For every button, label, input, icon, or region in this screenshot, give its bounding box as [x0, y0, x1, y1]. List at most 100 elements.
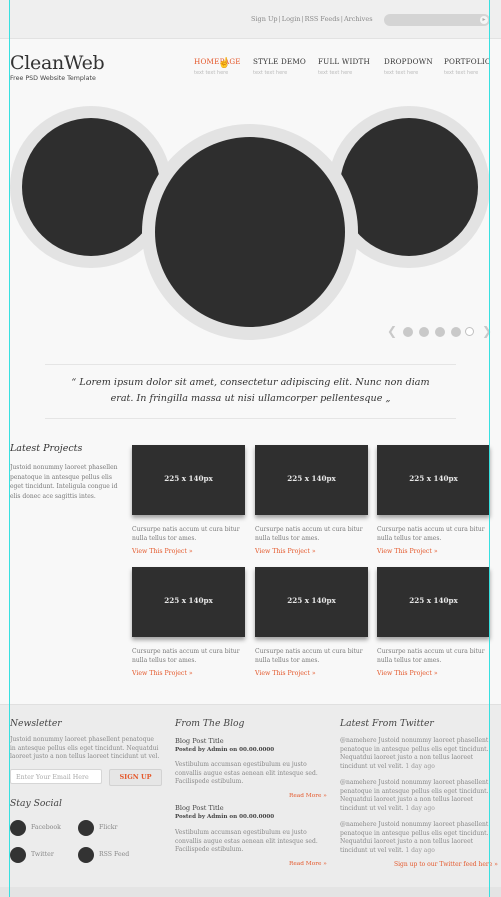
blog-title: From The Blog — [175, 718, 245, 729]
project-thumbnail[interactable]: 225 x 140px — [377, 445, 490, 515]
blog-post-meta: Posted by Admin on 00.00.0000 — [175, 747, 275, 753]
top-link-separator: | — [340, 15, 343, 23]
nav-item-portfolio[interactable]: PORTFOLIO text text here — [444, 57, 489, 76]
site-tagline: Free PSD Website Template — [10, 75, 96, 82]
footer: Newsletter Justoid nonummy laoreet phase… — [0, 704, 501, 888]
project-description: Cursurpe natis accum ut cura bitur nulla… — [255, 648, 363, 664]
layout-guide-left — [9, 0, 10, 897]
flickr-icon — [78, 820, 94, 836]
rss-icon — [78, 847, 94, 863]
nav-label: STYLE DEMO — [253, 57, 307, 66]
twitter-title: Latest From Twitter — [340, 718, 434, 729]
blog-post-title[interactable]: Blog Post Title — [175, 804, 224, 812]
tweet-time: 1 day ago — [405, 846, 435, 854]
thumbnail-size-label: 225 x 140px — [164, 474, 213, 483]
nav-label: DROPDOWN — [384, 57, 433, 66]
slider-dot-active[interactable] — [465, 327, 474, 336]
view-project-link[interactable]: View This Project » — [132, 670, 193, 677]
social-label: Twitter — [31, 851, 54, 858]
view-project-link[interactable]: View This Project » — [377, 670, 438, 677]
nav-sublabel: text text here — [318, 70, 353, 76]
stay-social-title: Stay Social — [10, 798, 62, 809]
slide-image-placeholder — [340, 118, 478, 256]
blog-post-text: Vestibulum accumsan egestibulum eu justo… — [175, 829, 318, 854]
slide-image-placeholder — [155, 137, 345, 327]
project-description: Cursurpe natis accum ut cura bitur nulla… — [377, 648, 485, 664]
project-description: Cursurpe natis accum ut cura bitur nulla… — [132, 648, 240, 664]
latest-projects-title: Latest Projects — [10, 443, 83, 454]
facebook-icon — [10, 820, 26, 836]
quote-divider-bottom — [45, 418, 456, 419]
tweet: @namehere Justoid nonummy laoreet phasel… — [340, 779, 489, 813]
blog-post-title[interactable]: Blog Post Title — [175, 737, 224, 745]
thumbnail-size-label: 225 x 140px — [287, 596, 336, 605]
slider-dot[interactable] — [419, 327, 429, 337]
login-link[interactable]: Login — [282, 15, 301, 23]
nav-sublabel: text text here — [194, 70, 229, 76]
read-more-link[interactable]: Read More » — [289, 861, 327, 867]
social-label: Facebook — [31, 824, 61, 831]
chevron-right-icon[interactable]: ❯ — [482, 324, 492, 338]
nav-item-full-width[interactable]: FULL WIDTH text text here — [318, 57, 370, 76]
thumbnail-size-label: 225 x 140px — [164, 596, 213, 605]
thumbnail-size-label: 225 x 140px — [409, 474, 458, 483]
thumbnail-size-label: 225 x 140px — [287, 474, 336, 483]
slider-dot[interactable] — [451, 327, 461, 337]
email-field[interactable]: Enter Your Email Here — [10, 769, 102, 784]
project-thumbnail[interactable]: 225 x 140px — [132, 567, 245, 637]
search-input[interactable]: ▸ — [384, 14, 490, 26]
project-thumbnail[interactable]: 225 x 140px — [255, 445, 368, 515]
nav-sublabel: text text here — [253, 70, 288, 76]
slider-dot[interactable] — [435, 327, 445, 337]
nav-label: PORTFOLIO — [444, 57, 489, 66]
nav-label: FULL WIDTH — [318, 57, 370, 66]
nav-sublabel: text text here — [384, 70, 419, 76]
twitter-icon — [10, 847, 26, 863]
signup-link[interactable]: Sign Up — [251, 15, 278, 23]
project-description: Cursurpe natis accum ut cura bitur nulla… — [132, 526, 240, 542]
tweet: @namehere Justoid nonummy laoreet phasel… — [340, 737, 489, 771]
slide-image-placeholder — [22, 118, 160, 256]
hand-cursor-icon: ☝ — [218, 58, 231, 69]
newsletter-text: Justoid nonummy laoreet phasellent penat… — [10, 736, 160, 761]
site-logo[interactable]: CleanWeb — [10, 52, 105, 74]
signup-button[interactable]: SIGN UP — [109, 769, 162, 786]
arrow-right-icon[interactable]: ▸ — [480, 16, 488, 24]
blog-post-text: Vestibulum accumsan egestibulum eu justo… — [175, 761, 318, 786]
rss-feeds-link[interactable]: RSS Feeds — [305, 15, 340, 23]
tweet-time: 1 day ago — [405, 804, 435, 812]
nav-item-dropdown[interactable]: DROPDOWN text text here — [384, 57, 433, 76]
quote-divider-top — [45, 364, 456, 365]
featured-quote: “ Lorem ipsum dolor sit amet, consectetu… — [71, 377, 430, 404]
top-link-separator: | — [278, 15, 281, 23]
top-link-separator: | — [301, 15, 304, 23]
project-thumbnail[interactable]: 225 x 140px — [132, 445, 245, 515]
top-bar: Sign Up|Login|RSS Feeds|Archives ▸ — [0, 0, 501, 39]
read-more-link[interactable]: Read More » — [289, 793, 327, 799]
view-project-link[interactable]: View This Project » — [255, 670, 316, 677]
social-label: RSS Feed — [99, 851, 130, 858]
slide-circle-center[interactable] — [142, 124, 358, 340]
view-project-link[interactable]: View This Project » — [377, 548, 438, 555]
tweet-time: 1 day ago — [405, 762, 435, 770]
top-links: Sign Up|Login|RSS Feeds|Archives — [251, 15, 373, 23]
main-content: CleanWeb Free PSD Website Template HOMEP… — [0, 39, 501, 704]
chevron-left-icon[interactable]: ❮ — [387, 324, 397, 338]
social-label: Flickr — [99, 824, 118, 831]
view-project-link[interactable]: View This Project » — [255, 548, 316, 555]
layout-guide-right — [489, 0, 490, 897]
bottom-strip — [0, 887, 501, 897]
archives-link[interactable]: Archives — [344, 15, 373, 23]
project-description: Cursurpe natis accum ut cura bitur nulla… — [377, 526, 485, 542]
project-thumbnail[interactable]: 225 x 140px — [255, 567, 368, 637]
nav-item-style-demo[interactable]: STYLE DEMO text text here — [253, 57, 306, 76]
tweet: @namehere Justoid nonummy laoreet phasel… — [340, 821, 489, 855]
twitter-feed-link[interactable]: Sign up to our Twitter feed here » — [394, 861, 498, 868]
view-project-link[interactable]: View This Project » — [132, 548, 193, 555]
latest-projects-description: Justoid nonummy laoreet phasellen penato… — [10, 464, 118, 500]
nav-sublabel: text text here — [444, 70, 479, 76]
blog-post-meta: Posted by Admin on 00.00.0000 — [175, 814, 275, 820]
slider-dot[interactable] — [403, 327, 413, 337]
project-thumbnail[interactable]: 225 x 140px — [377, 567, 490, 637]
newsletter-title: Newsletter — [10, 718, 62, 729]
